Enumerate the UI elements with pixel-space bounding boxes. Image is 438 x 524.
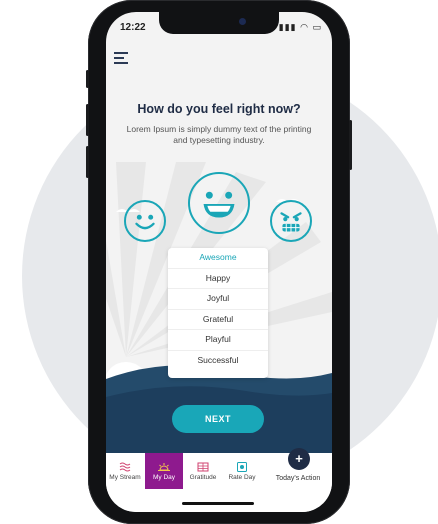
waves-icon bbox=[119, 462, 131, 472]
mood-option-awesome[interactable]: Awesome bbox=[168, 248, 268, 269]
tab-my-stream[interactable]: My Stream bbox=[106, 453, 144, 489]
laughing-face-icon[interactable] bbox=[188, 172, 250, 234]
hamburger-menu-icon[interactable] bbox=[114, 52, 128, 64]
add-action-button[interactable]: + bbox=[288, 448, 310, 470]
plus-icon: + bbox=[295, 451, 303, 466]
volume-down-button bbox=[86, 146, 89, 178]
heart-icon bbox=[197, 462, 209, 472]
tab-label: Rate Day bbox=[228, 474, 256, 481]
mood-dropdown: Awesome Happy Joyful Grateful Playful Su… bbox=[168, 248, 268, 378]
status-icons: ▮▮▮ ◠ ▭ bbox=[278, 22, 322, 32]
phone-frame: 12:22 ▮▮▮ ◠ ▭ How do you feel right now?… bbox=[86, 0, 352, 524]
tab-my-day[interactable]: My Day bbox=[145, 453, 183, 489]
page-title: How do you feel right now? bbox=[137, 102, 301, 116]
home-indicator bbox=[182, 502, 254, 505]
next-button[interactable]: NEXT bbox=[172, 405, 264, 433]
silent-switch bbox=[86, 70, 89, 88]
mood-option-happy[interactable]: Happy bbox=[168, 269, 268, 289]
mood-option-grateful[interactable]: Grateful bbox=[168, 310, 268, 330]
camera bbox=[239, 18, 246, 25]
power-button bbox=[349, 120, 352, 170]
page-subtitle: Lorem Ipsum is simply dummy text of the … bbox=[126, 124, 312, 145]
angry-face-icon[interactable] bbox=[270, 200, 312, 242]
mood-option-successful[interactable]: Successful bbox=[168, 351, 268, 371]
status-time: 12:22 bbox=[120, 22, 146, 33]
volume-up-button bbox=[86, 104, 89, 136]
mood-option-joyful[interactable]: Joyful bbox=[168, 289, 268, 310]
mood-option-playful[interactable]: Playful bbox=[168, 330, 268, 351]
tab-label: My Day bbox=[152, 474, 176, 481]
tab-label: My Stream bbox=[109, 474, 141, 481]
smiley-face-icon[interactable] bbox=[124, 200, 166, 242]
tab-gratitude[interactable]: Gratitude bbox=[184, 453, 222, 489]
tab-label: Gratitude bbox=[189, 474, 217, 481]
tab-rate-day[interactable]: Rate Day bbox=[223, 453, 261, 489]
notch bbox=[159, 12, 279, 34]
rate-icon bbox=[237, 462, 247, 472]
sun-icon bbox=[158, 463, 170, 471]
app-screen: 12:22 ▮▮▮ ◠ ▭ How do you feel right now?… bbox=[106, 12, 332, 512]
tab-label: Today's Action bbox=[275, 475, 321, 482]
